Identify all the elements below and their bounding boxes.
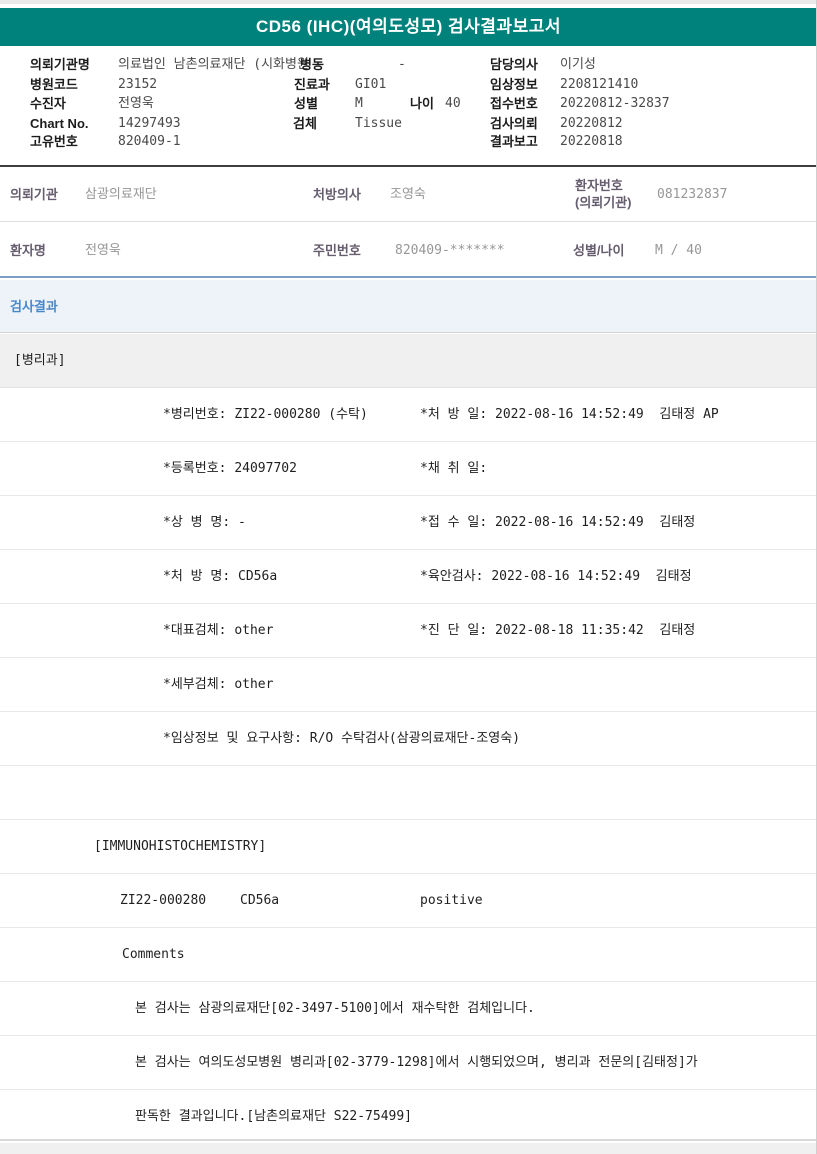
header-info-block: 의뢰기관명 의료법인 남촌의료재단 (시화병원 병원코드 23152 수진자 전… xyxy=(0,46,816,165)
result-row-ihc-result: ZI22-000280 CD56a positive xyxy=(0,874,816,928)
top-gray-strip xyxy=(0,0,816,6)
receipt-date: *접 수 일: 2022-08-16 14:52:49 김태정 xyxy=(420,515,696,530)
label-clinical-info: 임상정보 xyxy=(490,77,538,92)
diagnosis-date: *진 단 일: 2022-08-18 11:35:42 김태정 xyxy=(420,623,696,638)
label-sex: 성별 xyxy=(294,96,318,111)
bottom-gray-strip xyxy=(0,1143,816,1154)
result-row-pathology-no: *병리번호: ZI22-000280 (수탁) *처 방 일: 2022-08-… xyxy=(0,388,816,442)
value-examinee: 전영욱 xyxy=(118,96,154,111)
result-row-comments-label: Comments xyxy=(0,928,816,982)
collection-date: *채 취 일: xyxy=(420,461,488,476)
value-department: GI01 xyxy=(355,77,387,92)
results-body: *병리번호: ZI22-000280 (수탁) *처 방 일: 2022-08-… xyxy=(0,388,816,1141)
label-unique-no: 고유번호 xyxy=(30,134,78,149)
value-resident-no: 820409-******* xyxy=(395,243,505,258)
label-examinee: 수진자 xyxy=(30,96,66,111)
result-row-comment-3: 판독한 결과입니다.[남촌의료재단 S22-75499] xyxy=(0,1090,816,1141)
value-receipt-no: 20220812-32837 xyxy=(560,96,670,111)
result-row-empty xyxy=(0,766,816,820)
department-band: [병리과] xyxy=(0,334,816,388)
ihc-test-name: CD56a xyxy=(240,893,280,908)
value-sex: M xyxy=(355,96,363,111)
comment-line-3: 판독한 결과입니다.[남촌의료재단 S22-75499] xyxy=(135,1109,413,1124)
main-specimen: *대표검체: other xyxy=(163,623,274,638)
report-page: CD56 (IHC)(여의도성모) 검사결과보고서 의뢰기관명 의료법인 남촌의… xyxy=(0,0,817,1154)
value-age: 40 xyxy=(445,96,461,111)
label-sex-age: 성별/나이 xyxy=(573,243,625,258)
label-patient-no-line2: (의뢰기관) xyxy=(575,195,632,210)
value-clinical-info: 2208121410 xyxy=(560,77,639,92)
prescription-date: *처 방 일: 2022-08-16 14:52:49 김태정 AP xyxy=(420,407,719,422)
value-chart-no: 14297493 xyxy=(118,116,181,131)
result-row-comment-2: 본 검사는 여의도성모병원 병리과[02-3779-1298]에서 시행되었으며… xyxy=(0,1036,816,1090)
label-result-report-date: 결과보고 xyxy=(490,134,538,149)
label-doctor-in-charge: 담당의사 xyxy=(490,57,538,72)
comments-label: Comments xyxy=(122,947,185,962)
result-row-disease-name: *상 병 명: - *접 수 일: 2022-08-16 14:52:49 김태… xyxy=(0,496,816,550)
results-section-band: 검사결과 xyxy=(0,280,816,333)
department-label: [병리과] xyxy=(14,353,66,368)
results-section-title: 검사결과 xyxy=(10,299,58,314)
result-row-clinical-request: *임상정보 및 요구사항: R/O 수탁검사(삼광의료재단-조영숙) xyxy=(0,712,816,766)
report-title-bar: CD56 (IHC)(여의도성모) 검사결과보고서 xyxy=(0,8,816,46)
label-patient-no-line1: 환자번호 xyxy=(575,178,623,193)
patient-row-1: 의뢰기관 삼광의료재단 처방의사 조영숙 환자번호 (의뢰기관) 0812328… xyxy=(0,167,816,222)
ihc-specimen-no: ZI22-000280 xyxy=(120,893,207,908)
result-row-main-specimen: *대표검체: other *진 단 일: 2022-08-18 11:35:42… xyxy=(0,604,816,658)
page-title: CD56 (IHC)(여의도성모) 검사결과보고서 xyxy=(255,17,561,36)
label-receipt-no: 접수번호 xyxy=(490,96,538,111)
value-prescribing-doctor: 조영숙 xyxy=(390,187,426,202)
pathology-no: *병리번호: ZI22-000280 (수탁) xyxy=(163,407,368,422)
disease-name: *상 병 명: - xyxy=(163,515,246,530)
gross-exam-date: *육안검사: 2022-08-16 14:52:49 김태정 xyxy=(420,569,692,584)
value-unique-no: 820409-1 xyxy=(118,134,181,149)
label-resident-no: 주민번호 xyxy=(313,243,361,258)
registration-no: *등록번호: 24097702 xyxy=(163,461,297,476)
value-referring-org: 삼광의료재단 xyxy=(85,187,157,202)
result-row-prescription-name: *처 방 명: CD56a *육안검사: 2022-08-16 14:52:49… xyxy=(0,550,816,604)
value-result-report-date: 20220818 xyxy=(560,134,623,149)
label-patient-name: 환자명 xyxy=(10,243,46,258)
label-referring-org: 의뢰기관 xyxy=(10,187,58,202)
result-row-comment-1: 본 검사는 삼광의료재단[02-3497-5100]에서 재수탁한 검체입니다. xyxy=(0,982,816,1036)
label-chart-no: Chart No. xyxy=(30,116,89,131)
label-requesting-org: 의뢰기관명 xyxy=(30,57,90,72)
ihc-result-value: positive xyxy=(420,893,483,908)
value-specimen: Tissue xyxy=(355,116,402,131)
value-hospital-code: 23152 xyxy=(118,77,158,92)
prescription-name: *처 방 명: CD56a xyxy=(163,569,278,584)
label-specimen: 검체 xyxy=(293,116,317,131)
value-requesting-org: 의료법인 남촌의료재단 (시화병원 xyxy=(118,57,308,72)
clinical-info-request: *임상정보 및 요구사항: R/O 수탁검사(삼광의료재단-조영숙) xyxy=(163,731,521,746)
comment-line-1: 본 검사는 삼광의료재단[02-3497-5100]에서 재수탁한 검체입니다. xyxy=(135,1001,535,1016)
label-prescribing-doctor: 처방의사 xyxy=(313,187,361,202)
result-row-ihc-header: [IMMUNOHISTOCHEMISTRY] xyxy=(0,820,816,874)
comment-line-2: 본 검사는 여의도성모병원 병리과[02-3779-1298]에서 시행되었으며… xyxy=(135,1055,698,1070)
label-hospital-code: 병원코드 xyxy=(30,77,78,92)
value-patient-no-referrer: 081232837 xyxy=(657,187,728,202)
label-patient-no-referrer: 환자번호 (의뢰기관) xyxy=(575,177,632,211)
value-test-request-date: 20220812 xyxy=(560,116,623,131)
result-row-registration-no: *등록번호: 24097702 *채 취 일: xyxy=(0,442,816,496)
patient-row-2: 환자명 전영욱 주민번호 820409-******* 성별/나이 M / 40 xyxy=(0,223,816,278)
value-sex-age: M / 40 xyxy=(655,243,702,258)
label-age: 나이 xyxy=(410,96,434,111)
value-patient-name: 전영욱 xyxy=(85,243,121,258)
result-row-sub-specimen: *세부검체: other xyxy=(0,658,816,712)
label-department: 진료과 xyxy=(294,77,330,92)
ihc-section-header: [IMMUNOHISTOCHEMISTRY] xyxy=(94,839,267,854)
value-doctor-in-charge: 이기성 xyxy=(560,57,596,72)
label-ward: 병동 xyxy=(300,57,324,72)
label-test-request-date: 검사의뢰 xyxy=(490,116,538,131)
value-ward: - xyxy=(398,57,406,72)
sub-specimen: *세부검체: other xyxy=(163,677,274,692)
